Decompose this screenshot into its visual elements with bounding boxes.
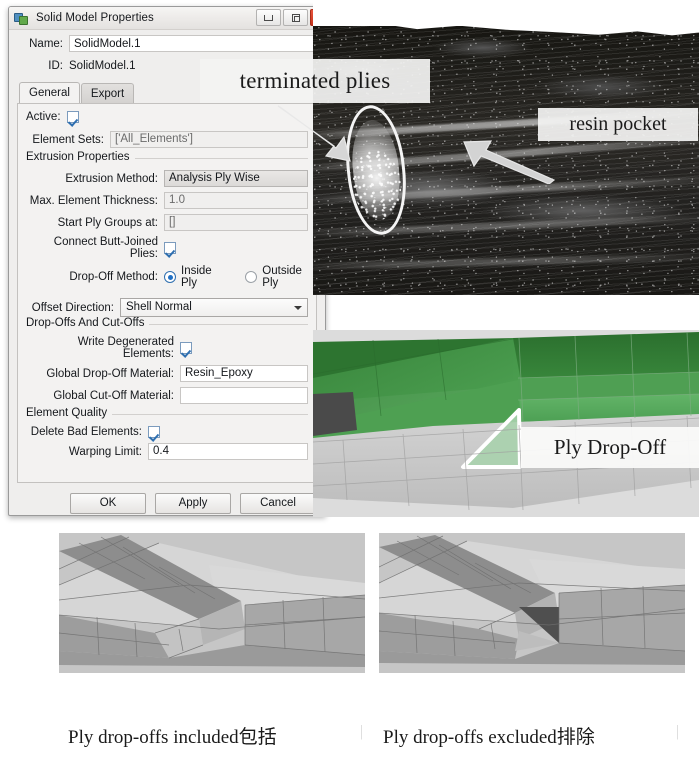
outside-ply-label: Outside Ply <box>262 265 302 289</box>
offset-direction-select[interactable]: Shell Normal <box>120 298 308 317</box>
id-value: SolidModel.1 <box>69 59 136 72</box>
global-cut-off-material-row: Global Cut-Off Material: <box>26 387 308 404</box>
drop-offs-cut-offs-title: Drop-Offs And Cut-Offs <box>26 317 150 329</box>
max-element-thickness-row: Max. Element Thickness: 1.0 <box>26 192 308 209</box>
radio-inside-ply[interactable]: Inside Ply <box>164 265 219 289</box>
mesh-with-drop-offs-geometry <box>59 533 365 673</box>
element-sets-row: Element Sets: ['All_Elements'] <box>26 131 308 148</box>
write-degenerated-label: Write Degenerated Elements: <box>77 336 174 360</box>
global-drop-off-material-label: Global Drop-Off Material: <box>46 367 174 380</box>
tab-general[interactable]: General <box>19 82 80 103</box>
drop-off-method-row: Drop-Off Method: Inside Ply Outside Ply <box>26 265 308 289</box>
apply-button[interactable]: Apply <box>155 492 231 514</box>
dialog-titlebar[interactable]: Solid Model Properties <box>9 7 325 30</box>
dialog-button-bar: OK Apply Cancel <box>9 486 325 515</box>
warping-limit-label: Warping Limit: <box>68 445 142 458</box>
write-degenerated-row: Write Degenerated Elements: <box>26 336 308 360</box>
radio-outside-ply[interactable]: Outside Ply <box>245 265 308 289</box>
dialog-body: Name: SolidModel.1 ID: SolidModel.1 Gene… <box>9 35 325 515</box>
mesh-with-ply-drop-offs <box>59 533 365 673</box>
minimize-button[interactable] <box>256 9 281 26</box>
tab-export[interactable]: Export <box>80 83 135 103</box>
active-label: Active: <box>26 111 61 123</box>
extrusion-properties-title: Extrusion Properties <box>26 151 135 163</box>
extrusion-method-input[interactable]: Analysis Ply Wise <box>164 170 308 187</box>
general-tab-panel: Active: Element Sets: ['All_Elements'] E… <box>17 103 317 483</box>
callout-resin-pocket: resin pocket <box>538 108 698 141</box>
caption-ply-drop-offs-included: Ply drop-offs included包括 <box>68 727 277 748</box>
extrusion-method-label: Extrusion Method: <box>65 172 158 185</box>
active-row: Active: <box>26 111 308 123</box>
connect-butt-joined-row: Connect Butt-Joined Plies: <box>26 236 308 260</box>
max-element-thickness-label: Max. Element Thickness: <box>29 194 158 207</box>
global-drop-off-material-row: Global Drop-Off Material: Resin_Epoxy <box>26 365 308 382</box>
ok-button[interactable]: OK <box>70 492 146 514</box>
mesh-without-ply-drop-offs <box>379 533 685 673</box>
active-checkbox[interactable] <box>66 111 79 123</box>
element-quality-title: Element Quality <box>26 407 113 419</box>
caption-ply-drop-offs-excluded: Ply drop-offs excluded排除 <box>383 727 595 748</box>
warping-limit-row: Warping Limit: 0.4 <box>26 443 308 460</box>
maximize-button[interactable] <box>283 9 308 26</box>
max-element-thickness-input[interactable]: 1.0 <box>164 192 308 209</box>
ply-drop-off-geometry <box>313 330 699 517</box>
drop-off-method-label: Drop-Off Method: <box>69 271 158 283</box>
callout-terminated-plies: terminated plies <box>200 59 430 103</box>
cancel-button[interactable]: Cancel <box>240 492 316 514</box>
drop-offs-cut-offs-group: Drop-Offs And Cut-Offs Write Degenerated… <box>26 317 308 404</box>
offset-direction-value: Shell Normal <box>126 301 192 313</box>
name-field-row: Name: SolidModel.1 <box>11 35 323 52</box>
callout-ply-drop-off: Ply Drop-Off <box>521 427 699 468</box>
connect-butt-joined-label: Connect Butt-Joined Plies: <box>53 236 158 260</box>
start-ply-groups-label: Start Ply Groups at: <box>57 216 158 229</box>
id-label: ID: <box>48 59 63 72</box>
connect-butt-joined-checkbox[interactable] <box>164 242 176 254</box>
global-cut-off-material-input[interactable] <box>180 387 308 404</box>
global-cut-off-material-label: Global Cut-Off Material: <box>53 389 174 402</box>
offset-direction-row: Offset Direction: Shell Normal <box>26 298 308 317</box>
element-sets-label: Element Sets: <box>32 133 104 146</box>
dialog-title: Solid Model Properties <box>36 12 154 24</box>
extrusion-method-row: Extrusion Method: Analysis Ply Wise <box>26 170 308 187</box>
name-label: Name: <box>29 37 63 50</box>
ply-drop-off-3d-render <box>313 330 699 517</box>
solid-model-icon <box>14 10 30 26</box>
offset-direction-label: Offset Direction: <box>31 301 114 314</box>
delete-bad-elements-label: Delete Bad Elements: <box>30 426 142 438</box>
inside-ply-label: Inside Ply <box>181 265 212 289</box>
start-ply-groups-input[interactable]: [] <box>164 214 308 231</box>
element-sets-input[interactable]: ['All_Elements'] <box>110 131 308 148</box>
start-ply-groups-row: Start Ply Groups at: [] <box>26 214 308 231</box>
extrusion-properties-group: Extrusion Properties Extrusion Method: A… <box>26 151 308 289</box>
composite-micrograph <box>313 0 699 295</box>
chevron-down-icon <box>294 306 302 310</box>
micrograph-image <box>313 0 699 295</box>
delete-bad-elements-checkbox[interactable] <box>148 426 160 438</box>
outside-ply-radio[interactable] <box>245 271 258 283</box>
faint-mark-left: | <box>360 723 364 740</box>
write-degenerated-checkbox[interactable] <box>180 342 192 354</box>
global-drop-off-material-input[interactable]: Resin_Epoxy <box>180 365 308 382</box>
element-quality-group: Element Quality Delete Bad Elements: War… <box>26 407 308 460</box>
screenshot-root: Solid Model Properties Name: SolidModel.… <box>0 0 699 762</box>
faint-mark-right: | <box>676 723 680 740</box>
warping-limit-input[interactable]: 0.4 <box>148 443 308 460</box>
delete-bad-elements-row: Delete Bad Elements: <box>26 426 308 438</box>
name-input[interactable]: SolidModel.1 <box>69 35 317 52</box>
mesh-without-drop-offs-geometry <box>379 533 685 673</box>
inside-ply-radio[interactable] <box>164 271 176 283</box>
